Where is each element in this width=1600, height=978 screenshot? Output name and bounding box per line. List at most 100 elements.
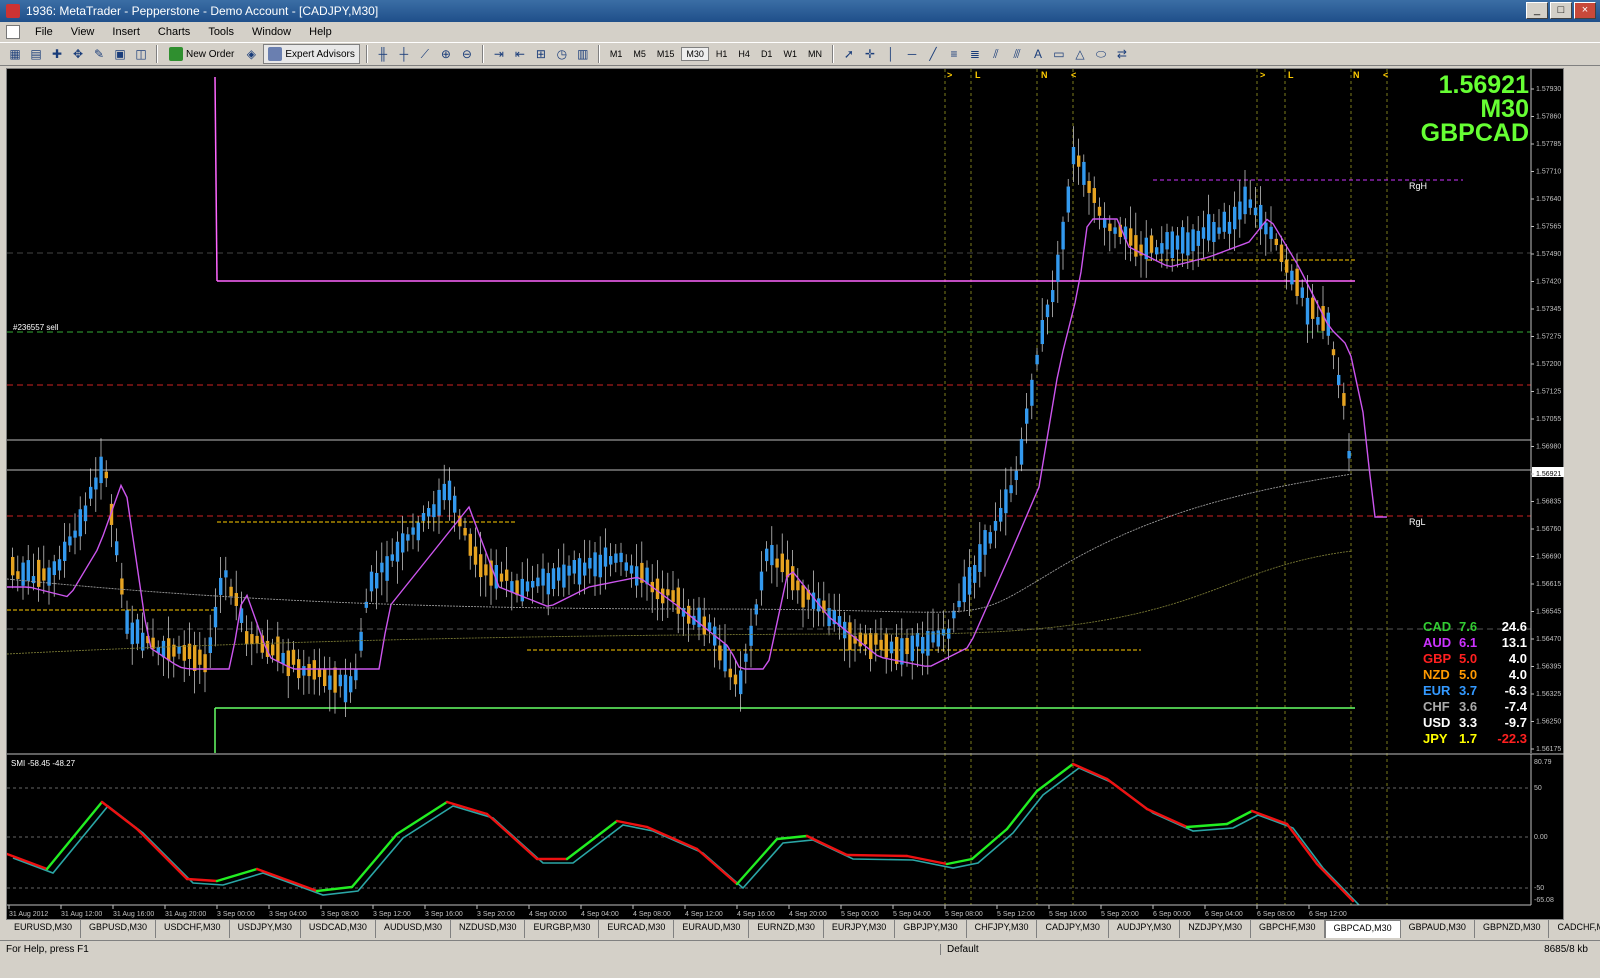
cursor-icon[interactable]: ➚ [840, 45, 858, 63]
label-icon[interactable]: ▭ [1050, 45, 1068, 63]
candle-body [983, 530, 987, 555]
chart-tab[interactable]: AUDUSD,M30 [376, 920, 451, 938]
chart-shift-icon[interactable]: ⇤ [511, 45, 529, 63]
chart-window[interactable]: #236557 sell RgH RgL > L N < > L N < 1.56921 M3… [6, 68, 1565, 921]
maximize-button[interactable]: □ [1550, 2, 1572, 19]
chart-tab[interactable]: EURAUD,M30 [674, 920, 750, 938]
candle-body [1316, 317, 1320, 325]
menu-charts[interactable]: Charts [149, 26, 199, 38]
chart-tab[interactable]: EURUSD,M30 [6, 920, 82, 938]
channel-icon[interactable]: ≡ [945, 45, 963, 63]
pitchfork-icon[interactable]: ⫻ [1008, 45, 1026, 63]
candle-body [583, 562, 587, 576]
expert-advisors-button[interactable]: Expert Advisors [263, 44, 360, 64]
candle-body [63, 541, 67, 561]
periods-icon[interactable]: ◷ [553, 45, 571, 63]
chart-tab[interactable]: GBPAUD,M30 [1401, 920, 1475, 938]
bar-chart-icon[interactable]: ╫ [374, 45, 392, 63]
chart-tab[interactable]: GBPCAD,M30 [1324, 920, 1401, 938]
zoom-out-icon[interactable]: ⊖ [458, 45, 476, 63]
smi-main-line [1105, 777, 1149, 811]
trendline-icon[interactable]: ╱ [924, 45, 942, 63]
timeframe-d1[interactable]: D1 [757, 48, 777, 60]
arrows-icon[interactable]: ⇄ [1113, 45, 1131, 63]
time-tick-label: 5 Sep 00:00 [841, 911, 879, 918]
timeframe-m5[interactable]: M5 [629, 48, 650, 60]
text-icon[interactable]: A [1029, 45, 1047, 63]
strength-value-a: 7.6 [1459, 619, 1477, 634]
fibonacci-icon[interactable]: ≣ [966, 45, 984, 63]
chart-tab[interactable]: GBPCHF,M30 [1251, 920, 1325, 938]
candle-body [354, 668, 358, 681]
ellipse-icon[interactable]: ⬭ [1092, 45, 1110, 63]
chart-tab[interactable]: USDCHF,M30 [156, 920, 230, 938]
menu-file[interactable]: File [26, 26, 62, 38]
timeframe-h4[interactable]: H4 [734, 48, 754, 60]
timeframe-m1[interactable]: M1 [606, 48, 627, 60]
chart-tab[interactable]: CADJPY,M30 [1037, 920, 1109, 938]
candle-body [728, 668, 732, 678]
chart-tab[interactable]: EURCAD,M30 [599, 920, 675, 938]
gann-icon[interactable]: ⫽ [987, 45, 1005, 63]
chart-tab[interactable]: CADCHF,M30 [1549, 920, 1600, 938]
time-tick-label: 31 Aug 2012 [9, 911, 48, 918]
chart-tab[interactable]: USDJPY,M30 [230, 920, 301, 938]
crosshair-icon[interactable]: ✛ [861, 45, 879, 63]
line-chart-icon[interactable]: ⟋ [416, 45, 434, 63]
timeframe-mn[interactable]: MN [804, 48, 826, 60]
menu-tools[interactable]: Tools [199, 26, 243, 38]
triangle-icon[interactable]: △ [1071, 45, 1089, 63]
minimize-button[interactable]: _ [1526, 2, 1548, 19]
range-box-left-edge[interactable] [214, 76, 218, 282]
timeframe-m15[interactable]: M15 [653, 48, 679, 60]
price-chart[interactable]: #236557 sell RgH RgL > L N < > L N < 1.56921 M3… [7, 69, 1565, 921]
autoscroll-icon[interactable]: ⇥ [490, 45, 508, 63]
zoom-in-icon[interactable]: ⊕ [437, 45, 455, 63]
document-icon[interactable] [6, 25, 20, 39]
timeframe-m30[interactable]: M30 [681, 47, 709, 61]
chart-tab[interactable]: EURJPY,M30 [824, 920, 896, 938]
new-chart-icon[interactable]: ▦ [6, 45, 24, 63]
profiles-icon[interactable]: ▤ [27, 45, 45, 63]
chart-tab[interactable]: NZDUSD,M30 [451, 920, 526, 938]
chart-tab[interactable]: EURGBP,M30 [525, 920, 600, 938]
chart-tab[interactable]: CHFJPY,M30 [967, 920, 1038, 938]
indicators-icon[interactable]: ⊞ [532, 45, 550, 63]
horizontal-line-icon[interactable]: ─ [903, 45, 921, 63]
metaeditor-icon[interactable]: ◈ [242, 45, 260, 63]
timeframe-h1[interactable]: H1 [712, 48, 732, 60]
chart-tab[interactable]: GBPUSD,M30 [81, 920, 157, 938]
strength-value-b: 4.0 [1509, 667, 1527, 682]
price-tick-label: 1.57710 [1536, 169, 1561, 176]
chart-tab[interactable]: NZDJPY,M30 [1180, 920, 1252, 938]
range-low-label[interactable]: RgL [1409, 517, 1426, 527]
menu-view[interactable]: View [62, 26, 104, 38]
data-window-icon[interactable]: ✥ [69, 45, 87, 63]
menu-insert[interactable]: Insert [103, 26, 149, 38]
candlestick-icon[interactable]: ┼ [395, 45, 413, 63]
templates-icon[interactable]: ▥ [574, 45, 592, 63]
timeframe-w1[interactable]: W1 [779, 48, 801, 60]
menu-help[interactable]: Help [300, 26, 341, 38]
candle-body [525, 581, 530, 592]
chart-tab[interactable]: AUDJPY,M30 [1109, 920, 1181, 938]
smi-signal-line [12, 767, 1360, 906]
candle-body [910, 635, 914, 661]
time-tick-label: 3 Sep 04:00 [269, 911, 307, 918]
close-button[interactable]: × [1574, 2, 1596, 19]
vertical-line-icon[interactable]: │ [882, 45, 900, 63]
strategy-tester-icon[interactable]: ◫ [132, 45, 150, 63]
candle-body [546, 573, 550, 595]
terminal-icon[interactable]: ▣ [111, 45, 129, 63]
new-order-button[interactable]: New Order [164, 44, 239, 64]
candle-body [338, 674, 342, 687]
market-watch-icon[interactable]: ✚ [48, 45, 66, 63]
menu-window[interactable]: Window [243, 26, 300, 38]
chart-tab[interactable]: GBPJPY,M30 [895, 920, 967, 938]
chart-tab[interactable]: GBPNZD,M30 [1475, 920, 1550, 938]
navigator-icon[interactable]: ✎ [90, 45, 108, 63]
chart-tab[interactable]: EURNZD,M30 [749, 920, 824, 938]
order-label[interactable]: #236557 sell [13, 323, 59, 332]
chart-tab[interactable]: USDCAD,M30 [301, 920, 376, 938]
range-high-label[interactable]: RgH [1409, 181, 1427, 191]
